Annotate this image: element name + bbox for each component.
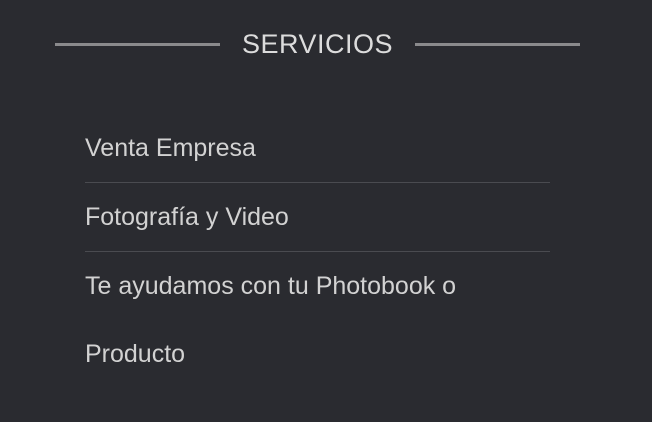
menu-item: Venta Empresa <box>85 114 550 183</box>
header-line-left <box>55 42 220 46</box>
menu-item: Fotografía y Video <box>85 183 550 252</box>
services-menu: Venta Empresa Fotografía y Video Te ayud… <box>85 114 550 388</box>
section-header: SERVICIOS <box>55 24 580 64</box>
header-line-right <box>415 42 580 46</box>
menu-link-fotografia-video[interactable]: Fotografía y Video <box>85 183 550 251</box>
menu-item: Te ayudamos con tu Photobook o Producto <box>85 252 550 388</box>
menu-link-venta-empresa[interactable]: Venta Empresa <box>85 114 550 182</box>
menu-link-photobook[interactable]: Te ayudamos con tu Photobook o Producto <box>85 252 550 388</box>
section-title: SERVICIOS <box>241 29 394 59</box>
